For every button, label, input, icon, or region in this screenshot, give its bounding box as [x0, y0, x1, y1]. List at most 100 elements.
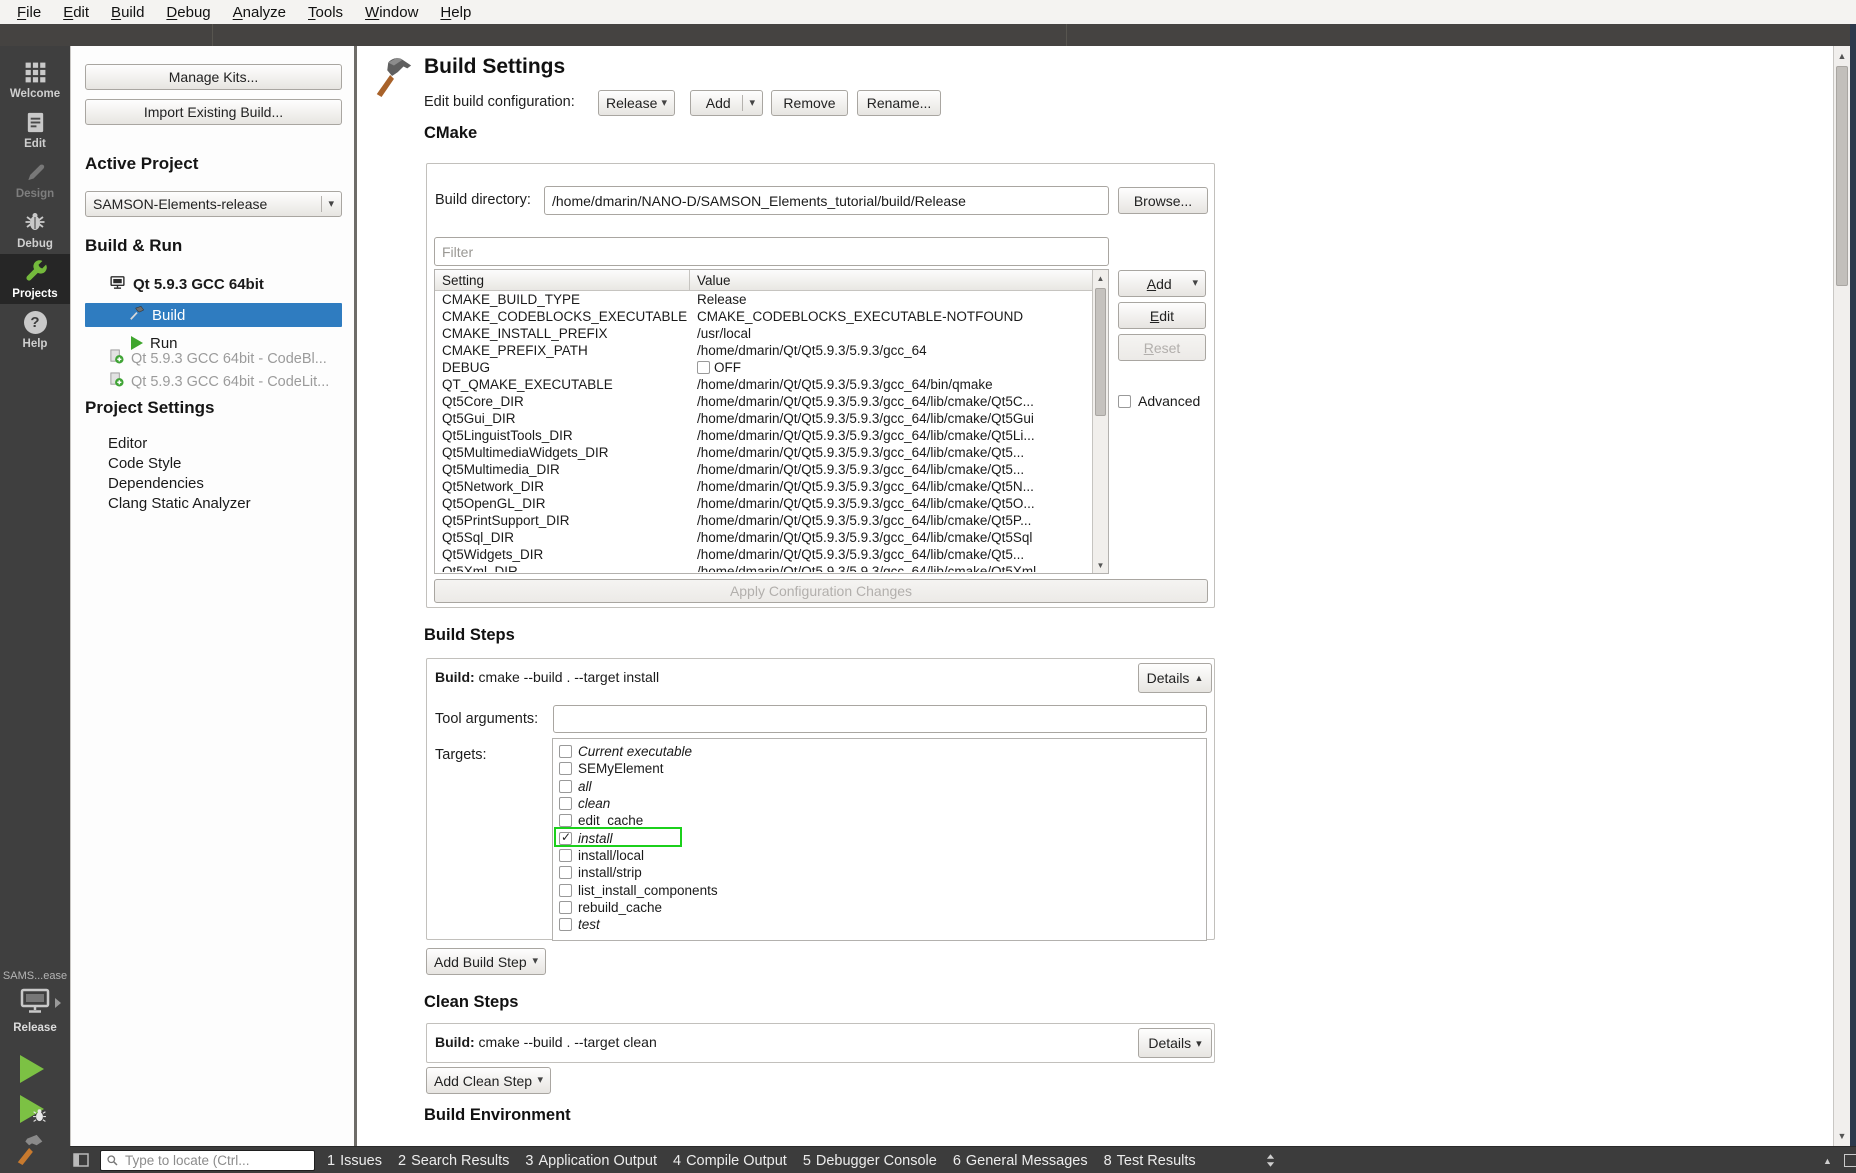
target-semyelement[interactable]: SEMyElement — [553, 760, 1206, 777]
import-existing-build-button[interactable]: Import Existing Build... — [85, 99, 342, 125]
table-row[interactable]: CMAKE_BUILD_TYPERelease — [435, 291, 1108, 308]
target-checkbox[interactable] — [559, 849, 572, 862]
target-checkbox[interactable] — [559, 866, 572, 879]
build-step-details-button[interactable]: Details ▲ — [1138, 663, 1212, 693]
scroll-up-icon[interactable]: ▲ — [1093, 271, 1108, 285]
tool-arguments-input[interactable] — [553, 705, 1207, 733]
settings-item-dependencies[interactable]: Dependencies — [108, 474, 251, 494]
pane-test-results[interactable]: 8Test Results — [1104, 1153, 1196, 1169]
target-install-local[interactable]: install/local — [553, 847, 1206, 864]
pane-selector-icon[interactable] — [1266, 1153, 1275, 1173]
pane-debugger-console[interactable]: 5Debugger Console — [803, 1153, 937, 1169]
tree-item-build[interactable]: Build — [85, 303, 342, 327]
target-checkbox[interactable] — [559, 762, 572, 775]
advanced-checkbox[interactable] — [1118, 395, 1131, 408]
target-checkbox[interactable] — [559, 797, 572, 810]
mode-debug[interactable]: Debug — [0, 204, 70, 254]
value-checkbox[interactable] — [697, 361, 710, 374]
maximize-pane-icon[interactable]: ▲ — [1823, 1156, 1832, 1166]
config-rename-button[interactable]: Rename... — [857, 90, 941, 116]
scroll-down-icon[interactable]: ▼ — [1834, 1128, 1850, 1144]
cmake-reset-button[interactable]: Reset — [1118, 334, 1206, 361]
target-clean[interactable]: clean — [553, 795, 1206, 812]
column-setting[interactable]: Setting — [435, 270, 690, 290]
target-checkbox[interactable] — [559, 901, 572, 914]
table-row[interactable]: Qt5Core_DIR/home/dmarin/Qt/Qt5.9.3/5.9.3… — [435, 393, 1108, 410]
target-all[interactable]: all — [553, 778, 1206, 795]
pane-application-output[interactable]: 3Application Output — [525, 1153, 657, 1169]
table-row[interactable]: Qt5Sql_DIR/home/dmarin/Qt/Qt5.9.3/5.9.3/… — [435, 529, 1108, 546]
menu-item-file[interactable]: File — [6, 2, 52, 23]
table-row[interactable]: Qt5PrintSupport_DIR/home/dmarin/Qt/Qt5.9… — [435, 512, 1108, 529]
browse-button[interactable]: Browse... — [1118, 187, 1208, 214]
pane-compile-output[interactable]: 4Compile Output — [673, 1153, 787, 1169]
table-row[interactable]: Qt5LinguistTools_DIR/home/dmarin/Qt/Qt5.… — [435, 427, 1108, 444]
apply-configuration-button[interactable]: Apply Configuration Changes — [434, 579, 1208, 603]
scroll-thumb[interactable] — [1836, 66, 1848, 286]
pane-issues[interactable]: 1Issues — [327, 1153, 382, 1169]
add-build-step-button[interactable]: Add Build Step ▾ — [426, 948, 546, 975]
target-install-strip[interactable]: install/strip — [553, 864, 1206, 881]
target-checkbox[interactable] — [559, 780, 572, 793]
cmake-add-button[interactable]: Add ▾ — [1118, 270, 1206, 297]
target-install[interactable]: install — [553, 829, 1206, 846]
kit-selector-button[interactable] — [0, 988, 70, 1018]
config-add-button[interactable]: Add ▾ — [690, 90, 763, 116]
target-test[interactable]: test — [553, 916, 1206, 933]
toggle-sidebar-icon[interactable] — [73, 1152, 89, 1173]
scroll-up-icon[interactable]: ▲ — [1834, 48, 1850, 64]
table-row[interactable]: Qt5Network_DIR/home/dmarin/Qt/Qt5.9.3/5.… — [435, 478, 1108, 495]
build-directory-input[interactable] — [544, 186, 1109, 215]
mode-design[interactable]: Design — [0, 154, 70, 204]
table-row[interactable]: Qt5Gui_DIR/home/dmarin/Qt/Qt5.9.3/5.9.3/… — [435, 410, 1108, 427]
config-remove-button[interactable]: Remove — [771, 90, 848, 116]
main-scrollbar[interactable]: ▲ ▼ — [1833, 46, 1850, 1146]
target-checkbox[interactable] — [559, 918, 572, 931]
pane-general-messages[interactable]: 6General Messages — [953, 1153, 1088, 1169]
run-button[interactable] — [20, 1055, 44, 1083]
table-row[interactable]: CMAKE_CODEBLOCKS_EXECUTABLECMAKE_CODEBLO… — [435, 308, 1108, 325]
settings-item-code-style[interactable]: Code Style — [108, 454, 251, 474]
clean-step-details-button[interactable]: Details ▾ — [1138, 1028, 1212, 1058]
target-current-executable[interactable]: Current executable — [553, 743, 1206, 760]
target-checkbox[interactable] — [559, 832, 572, 845]
scroll-down-icon[interactable]: ▼ — [1093, 558, 1108, 572]
build-button[interactable] — [14, 1132, 48, 1171]
settings-item-editor[interactable]: Editor — [108, 434, 251, 454]
add-clean-step-button[interactable]: Add Clean Step ▾ — [426, 1067, 551, 1094]
debug-run-button[interactable] — [20, 1095, 44, 1123]
mode-help[interactable]: ?Help — [0, 304, 70, 354]
manage-kits-button[interactable]: Manage Kits... — [85, 64, 342, 90]
target-checkbox[interactable] — [559, 884, 572, 897]
cmake-edit-button[interactable]: Edit — [1118, 302, 1206, 329]
target-edit-cache[interactable]: edit_cache — [553, 812, 1206, 829]
menu-item-analyze[interactable]: Analyze — [222, 2, 297, 23]
locator-input[interactable] — [100, 1150, 315, 1171]
column-value[interactable]: Value — [690, 273, 1108, 288]
mode-projects[interactable]: Projects — [0, 254, 70, 304]
mode-edit[interactable]: Edit — [0, 104, 70, 154]
table-row[interactable]: Qt5Widgets_DIR/home/dmarin/Qt/Qt5.9.3/5.… — [435, 546, 1108, 563]
target-checkbox[interactable] — [559, 814, 572, 827]
menu-item-debug[interactable]: Debug — [155, 2, 221, 23]
target-list-install-components[interactable]: list_install_components — [553, 881, 1206, 898]
table-row[interactable]: CMAKE_INSTALL_PREFIX/usr/local — [435, 325, 1108, 342]
menu-item-tools[interactable]: Tools — [297, 2, 354, 23]
scroll-thumb[interactable] — [1095, 288, 1106, 416]
menu-item-build[interactable]: Build — [100, 2, 155, 23]
table-row[interactable]: Qt5MultimediaWidgets_DIR/home/dmarin/Qt/… — [435, 444, 1108, 461]
table-row[interactable]: DEBUGOFF — [435, 359, 1108, 376]
tree-item-inactive-kit-0[interactable]: Qt 5.9.3 GCC 64bit - CodeBl... — [109, 349, 327, 368]
menu-item-window[interactable]: Window — [354, 2, 429, 23]
filter-input[interactable] — [434, 237, 1109, 266]
table-row[interactable]: Qt5OpenGL_DIR/home/dmarin/Qt/Qt5.9.3/5.9… — [435, 495, 1108, 512]
table-row[interactable]: Qt5Xml_DIR/home/dmarin/Qt/Qt5.9.3/5.9.3/… — [435, 563, 1108, 572]
active-project-select[interactable]: SAMSON-Elements-release ▾ — [85, 191, 342, 217]
tree-item-inactive-kit-1[interactable]: Qt 5.9.3 GCC 64bit - CodeLit... — [109, 372, 329, 391]
table-row[interactable]: CMAKE_PREFIX_PATH/home/dmarin/Qt/Qt5.9.3… — [435, 342, 1108, 359]
close-pane-icon[interactable] — [1844, 1154, 1856, 1167]
menu-item-edit[interactable]: Edit — [52, 2, 100, 23]
table-row[interactable]: Qt5Multimedia_DIR/home/dmarin/Qt/Qt5.9.3… — [435, 461, 1108, 478]
table-scrollbar[interactable]: ▲ ▼ — [1092, 270, 1108, 573]
target-checkbox[interactable] — [559, 745, 572, 758]
